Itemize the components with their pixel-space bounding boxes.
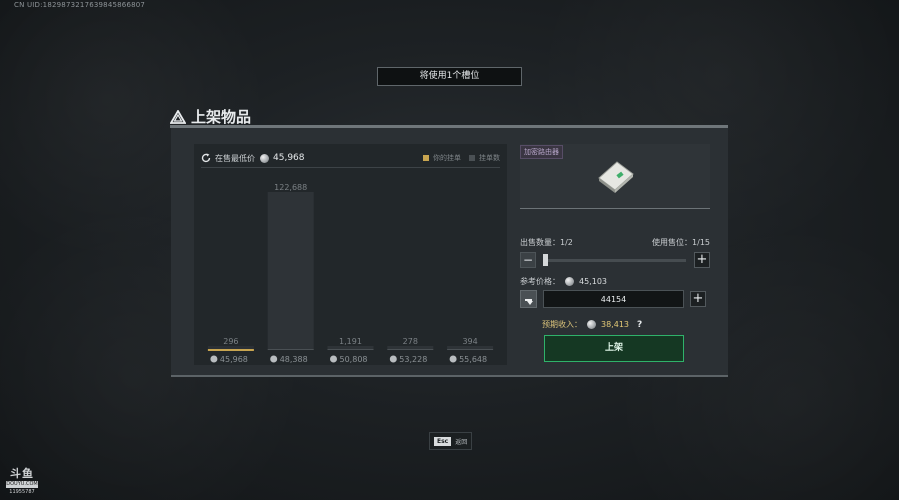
coin-icon bbox=[330, 355, 337, 363]
coin-icon bbox=[389, 355, 397, 363]
price-tick-label: 50,808 bbox=[340, 355, 368, 364]
quantity-slider-row: − + bbox=[520, 252, 710, 268]
listing-bar-chart: 296 45,968 122,688 48,388 1,191 50,808 278 53,2… bbox=[207, 183, 494, 364]
chart-bar bbox=[267, 192, 314, 349]
help-icon[interactable]: ? bbox=[637, 320, 642, 330]
price-tick-label: 53,228 bbox=[399, 355, 427, 364]
price-tick-label: 48,388 bbox=[280, 355, 308, 364]
price-chart-panel: 在售最低价 45,968 你的挂单 挂单数 296 45,968 122,688 48… bbox=[194, 144, 507, 365]
price-increase-button[interactable]: + bbox=[690, 291, 706, 307]
price-decrease-button[interactable] bbox=[520, 290, 537, 308]
reference-price-row: 参考价格： 45,103 bbox=[520, 276, 607, 287]
warning-triangle-icon bbox=[170, 109, 186, 124]
price-row: + bbox=[520, 290, 710, 308]
esc-key: Esc bbox=[434, 436, 452, 446]
bar-baseline bbox=[387, 349, 434, 350]
chart-bar bbox=[387, 346, 434, 349]
bar-baseline bbox=[327, 349, 374, 350]
douyu-watermark: 斗鱼 DOUYU.COM 11955787 bbox=[6, 468, 38, 495]
bar-value-label: 122,688 bbox=[274, 183, 307, 192]
chart-bar bbox=[207, 346, 254, 349]
bar-value-label: 296 bbox=[223, 337, 238, 346]
section-header: 上架物品 bbox=[170, 106, 251, 127]
expected-income-label: 预期收入： bbox=[542, 320, 582, 329]
coin-icon bbox=[587, 320, 596, 329]
list-item-button[interactable]: 上架 bbox=[544, 335, 684, 362]
chart-bar bbox=[327, 346, 374, 349]
expected-income-row: 预期收入： 38,413 ? bbox=[542, 319, 642, 330]
price-input[interactable] bbox=[543, 290, 684, 308]
bar-baseline bbox=[207, 349, 254, 351]
esc-label: 返回 bbox=[455, 438, 468, 446]
chart-bar bbox=[447, 346, 494, 349]
slider-thumb[interactable] bbox=[543, 253, 548, 266]
price-tick-label: 45,968 bbox=[220, 355, 248, 364]
bar-value-label: 1,191 bbox=[339, 337, 362, 346]
encrypted-router-icon bbox=[598, 161, 634, 193]
coin-icon bbox=[210, 355, 218, 363]
listing-panel: 在售最低价 45,968 你的挂单 挂单数 296 45,968 122,688 48… bbox=[171, 128, 728, 377]
reference-price-value: 45,103 bbox=[579, 277, 607, 286]
bar-baseline bbox=[267, 349, 314, 350]
uid-label: CN UID:1829873217639845866807 bbox=[14, 1, 146, 9]
quantity-plus-button[interactable]: + bbox=[694, 252, 710, 268]
quantity-row: 出售数量：1/2 使用售位：1/15 bbox=[520, 237, 710, 248]
bar-value-label: 394 bbox=[462, 337, 477, 346]
slot-banner: 将使用1个槽位 bbox=[377, 67, 522, 86]
bar-value-label: 278 bbox=[403, 337, 418, 346]
price-tick-label: 55,648 bbox=[459, 355, 487, 364]
coin-icon bbox=[565, 277, 574, 286]
quantity-minus-button[interactable]: − bbox=[520, 252, 536, 268]
watermark-room-id: 11955787 bbox=[9, 489, 35, 495]
quantity-label: 出售数量：1/2 bbox=[520, 238, 573, 247]
bar-baseline bbox=[447, 349, 494, 350]
expected-income-value: 38,413 bbox=[601, 320, 629, 329]
esc-hint[interactable]: Esc 返回 bbox=[429, 432, 473, 450]
item-divider bbox=[520, 208, 710, 209]
item-name: 加密路由器 bbox=[520, 145, 563, 159]
watermark-logo: 斗鱼 bbox=[10, 467, 34, 480]
coin-icon bbox=[449, 355, 457, 363]
watermark-sub: DOUYU.COM bbox=[6, 481, 38, 488]
reference-price-label: 参考价格： bbox=[520, 277, 560, 286]
coin-icon bbox=[270, 355, 278, 363]
section-title: 上架物品 bbox=[191, 108, 252, 126]
slots-label: 使用售位：1/15 bbox=[652, 238, 710, 247]
quantity-slider[interactable] bbox=[543, 253, 686, 266]
item-preview: 加密路由器 bbox=[520, 144, 710, 209]
